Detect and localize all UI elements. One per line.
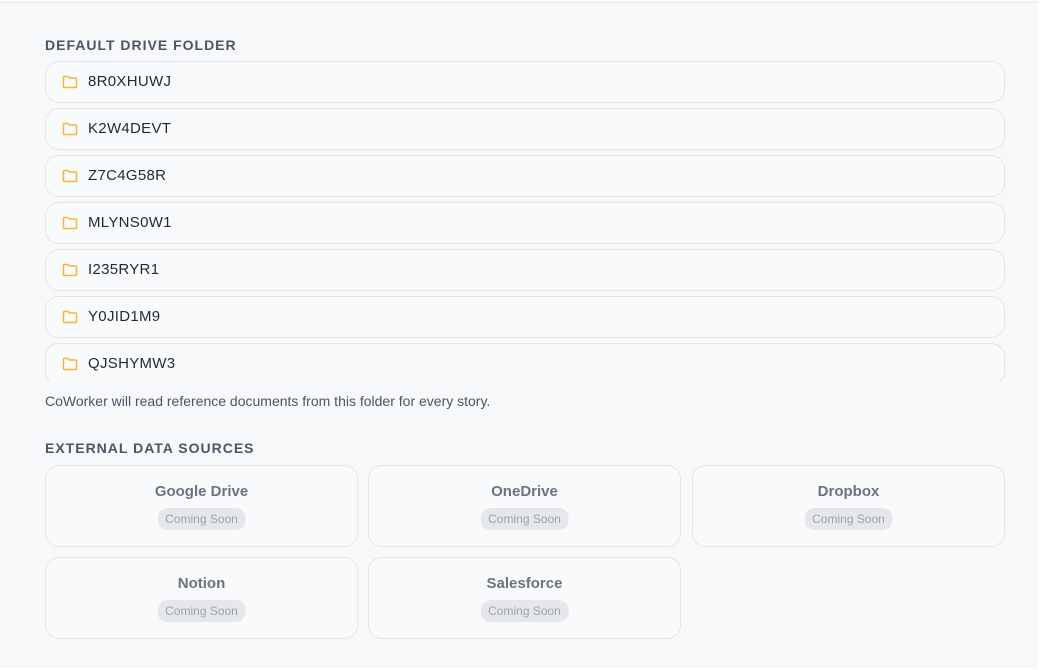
folder-name: I235RYR1 [88, 261, 160, 278]
folder-name: MLYNS0W1 [88, 214, 172, 231]
folder-name: 8R0XHUWJ [88, 73, 172, 90]
source-name: Dropbox [817, 483, 880, 500]
source-card-salesforce[interactable]: Salesforce Coming Soon [368, 557, 681, 639]
folder-item[interactable]: K2W4DEVT [45, 108, 1005, 150]
source-name: Notion [177, 575, 226, 592]
source-card-google-drive[interactable]: Google Drive Coming Soon [45, 465, 358, 547]
folder-icon [62, 75, 78, 89]
coming-soon-badge: Coming Soon [157, 600, 246, 622]
top-divider [0, 2, 1042, 3]
right-edge [1038, 0, 1042, 670]
folder-icon [62, 169, 78, 183]
coming-soon-badge: Coming Soon [157, 508, 246, 530]
folder-item[interactable]: 8R0XHUWJ [45, 61, 1005, 103]
folder-list[interactable]: 8R0XHUWJ K2W4DEVT Z7C4G58R MLYNS0W1 I235… [45, 61, 1005, 381]
source-card-onedrive[interactable]: OneDrive Coming Soon [368, 465, 681, 547]
folder-item[interactable]: Z7C4G58R [45, 155, 1005, 197]
folder-icon [62, 216, 78, 230]
folder-name: QJSHYMW3 [88, 355, 176, 372]
folder-icon [62, 122, 78, 136]
folder-name: Y0JID1M9 [88, 308, 161, 325]
coming-soon-badge: Coming Soon [480, 508, 569, 530]
coming-soon-badge: Coming Soon [480, 600, 569, 622]
folder-item[interactable]: MLYNS0W1 [45, 202, 1005, 244]
folder-icon [62, 357, 78, 371]
folder-item[interactable]: Y0JID1M9 [45, 296, 1005, 338]
folder-helper-text: CoWorker will read reference documents f… [45, 393, 491, 409]
source-name: OneDrive [491, 483, 558, 500]
source-name: Salesforce [486, 575, 563, 592]
folder-item[interactable]: QJSHYMW3 [45, 343, 1005, 381]
source-name: Google Drive [154, 483, 249, 500]
default-drive-folder-title: DEFAULT DRIVE FOLDER [45, 37, 237, 53]
coming-soon-badge: Coming Soon [804, 508, 893, 530]
external-data-sources-title: EXTERNAL DATA SOURCES [45, 440, 255, 456]
source-card-notion[interactable]: Notion Coming Soon [45, 557, 358, 639]
source-card-dropbox[interactable]: Dropbox Coming Soon [692, 465, 1005, 547]
folder-icon [62, 310, 78, 324]
folder-icon [62, 263, 78, 277]
folder-name: Z7C4G58R [88, 167, 167, 184]
folder-name: K2W4DEVT [88, 120, 172, 137]
folder-item[interactable]: I235RYR1 [45, 249, 1005, 291]
